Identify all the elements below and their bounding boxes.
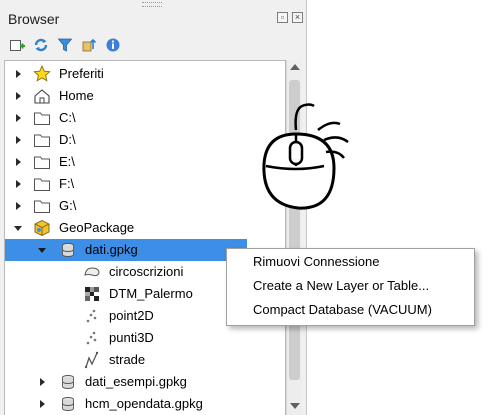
properties-icon[interactable] [104,36,122,54]
add-selected-layers-icon[interactable] [8,36,26,54]
menu-item-label: Rimuovi Connessione [253,254,380,269]
float-icon[interactable]: ▫ [277,12,288,23]
line-layer-icon [84,351,99,369]
raster-layer-icon [85,287,99,301]
collapse-arrow-icon[interactable] [13,223,23,233]
tree-item-label: strade [109,352,146,367]
tree-item-label: F:\ [59,176,75,191]
refresh-icon[interactable] [32,36,50,54]
context-menu: Rimuovi Connessione Create a New Layer o… [226,248,475,326]
tree-item-drive-d[interactable]: D:\ [5,129,285,151]
dock-grip[interactable] [142,2,162,7]
folder-icon [34,134,50,147]
home-icon [34,89,50,104]
expand-arrow-icon[interactable] [13,135,23,145]
tree-item-label: circoscrizioni [109,264,184,279]
tree-item-drive-g[interactable]: G:\ [5,195,285,217]
expand-arrow-icon[interactable] [37,399,47,409]
tree-item-label: Home [59,88,94,103]
menu-item-label: Create a New Layer or Table... [253,278,430,293]
panel-title: Browser [8,11,60,27]
tree-item-favorites[interactable]: Preferiti [5,63,285,85]
menu-item-label: Compact Database (VACUUM) [253,302,432,317]
tree-item-label: Preferiti [59,66,104,81]
close-icon[interactable]: × [292,12,303,23]
database-icon [62,397,74,411]
collapse-arrow-icon[interactable] [37,245,47,255]
tree-item-drive-c[interactable]: C:\ [5,107,285,129]
database-icon [62,243,74,257]
database-icon [62,375,74,389]
tree-item-label: D:\ [59,132,76,147]
tree-item-dati-gpkg[interactable]: dati.gpkg [5,239,247,261]
folder-icon [34,200,50,213]
expand-arrow-icon[interactable] [13,201,23,211]
tree-item-geopackage[interactable]: GeoPackage [5,217,285,239]
expand-arrow-icon[interactable] [13,179,23,189]
expand-arrow-icon[interactable] [13,91,23,101]
right-click-mouse-icon [262,103,349,210]
star-icon [33,65,51,82]
point-layer-icon [86,331,97,345]
tree-item-drive-f[interactable]: F:\ [5,173,285,195]
tree-item-label: hcm_opendata.gpkg [85,396,203,411]
tree-item-label: point2D [109,308,154,323]
tree-item-dati-esempi-gpkg[interactable]: dati_esempi.gpkg [5,371,285,393]
folder-icon [34,156,50,169]
tree-item-strade[interactable]: strade [5,349,285,371]
tree-item-punti3d[interactable]: punti3D [5,327,285,349]
tree-item-hcm-opendata-gpkg[interactable]: hcm_opendata.gpkg [5,393,285,415]
tree-item-label: G:\ [59,198,77,213]
filter-icon[interactable] [56,36,74,54]
tree-item-label: E:\ [59,154,75,169]
menu-item-create-new-layer[interactable]: Create a New Layer or Table... [227,275,474,297]
tree-item-drive-e[interactable]: E:\ [5,151,285,173]
tree-item-label: dati_esempi.gpkg [85,374,187,389]
scroll-up-icon[interactable] [290,64,300,70]
tree-item-home[interactable]: Home [5,85,285,107]
expand-arrow-icon[interactable] [13,157,23,167]
tree-item-label: dati.gpkg [85,242,138,257]
scroll-down-icon[interactable] [290,403,300,409]
browser-toolbar [8,36,122,54]
collapse-all-icon[interactable] [80,36,98,54]
expand-arrow-icon[interactable] [13,113,23,123]
browser-tree[interactable]: Preferiti Home C:\ D:\ E:\ F:\ G:\ GeoPa… [4,60,286,415]
expand-arrow-icon[interactable] [13,69,23,79]
tree-item-label: punti3D [109,330,154,345]
folder-icon [34,178,50,191]
polygon-layer-icon [84,267,100,277]
point-layer-icon [86,309,97,323]
expand-arrow-icon[interactable] [37,377,47,387]
folder-icon [34,112,50,125]
tree-item-label: C:\ [59,110,76,125]
menu-item-remove-connection[interactable]: Rimuovi Connessione [227,251,474,273]
geopackage-icon [34,219,50,237]
tree-item-label: DTM_Palermo [109,286,193,301]
tree-item-label: GeoPackage [59,220,135,235]
menu-item-compact-database[interactable]: Compact Database (VACUUM) [227,299,474,321]
